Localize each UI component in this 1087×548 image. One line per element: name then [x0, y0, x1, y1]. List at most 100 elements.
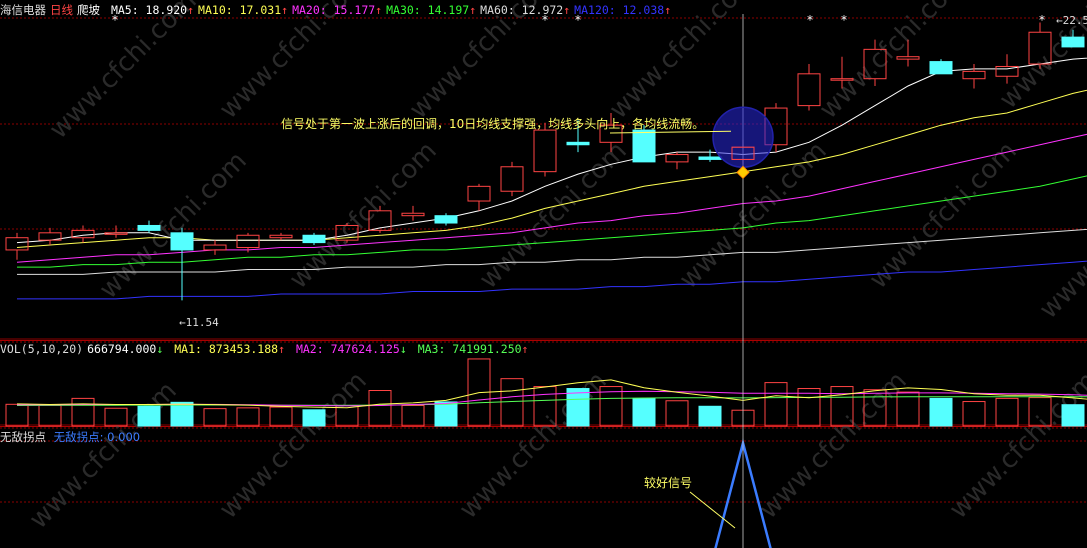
volume-ma1-arrow: ↑ — [278, 342, 286, 356]
candle — [434, 213, 458, 226]
candle-body — [401, 212, 425, 217]
ma-legend-arrow-6: ↑ — [664, 3, 672, 17]
candle-body — [632, 129, 656, 163]
volume-bar — [71, 397, 95, 427]
watermark: www.cfchi.com — [474, 136, 633, 295]
watermark: www.cfchi.com — [214, 0, 373, 125]
candle-body — [203, 244, 227, 251]
watermark: www.cfchi.com — [94, 146, 253, 305]
candle-body — [1061, 36, 1085, 48]
ma-legend-arrow-5: ↑ — [563, 3, 571, 17]
pattern-label: 爬坡 — [77, 3, 100, 17]
volume-ma1: MA1: 873453.188 — [174, 342, 279, 356]
main-annotation: 信号处于第一波上涨后的回调，10日均线支撑强，均线多头向上，各均线流畅。 — [281, 117, 705, 131]
candle — [467, 183, 491, 211]
volume-bar — [632, 397, 656, 427]
volume-bar — [38, 404, 62, 427]
watermark: www.cfchi.com — [864, 136, 1023, 295]
watermark: www.cfchi.com — [944, 366, 1087, 525]
candle-body — [467, 185, 491, 202]
candle-body — [698, 156, 722, 160]
candle-body — [170, 232, 194, 251]
main-header: 海信电器 日线 爬坡 MA5: 18.920↑ MA10: 17.031↑ MA20: … — [0, 2, 679, 18]
candle — [401, 205, 425, 221]
candle-body — [962, 70, 986, 80]
candle — [269, 232, 293, 241]
volume-bar — [203, 408, 227, 427]
volume-bar — [1061, 404, 1085, 427]
volume-bar — [434, 401, 458, 427]
volume-value-arrow: ↓ — [156, 342, 164, 356]
star-marker: * — [841, 13, 847, 27]
volume-ma2-arrow: ↓ — [399, 342, 407, 356]
ma-legend-4: MA30: 14.197 — [386, 3, 470, 17]
high-price-label: ←22.57 — [1056, 14, 1087, 27]
candle-body — [500, 166, 524, 192]
candle-body — [137, 224, 161, 231]
indicator-line-label: 无敌拐点: 0.000 — [53, 430, 141, 444]
candle — [929, 59, 953, 75]
watermark: www.cfchi.com — [214, 366, 373, 525]
ma120-line — [17, 260, 1087, 300]
volume-bar — [401, 404, 425, 427]
watermarks: www.cfchi.com www.cfchi.com www.cfchi.com w… — [24, 0, 1087, 535]
star-marker: * — [1039, 13, 1045, 27]
ma-legend-1: MA5: 18.920 — [110, 3, 188, 17]
volume-bar — [797, 388, 821, 427]
ma-legend-2: MA10: 17.031 — [198, 3, 282, 17]
volume-bar — [269, 406, 293, 427]
candle — [38, 227, 62, 246]
ma-legend-arrow-1: ↑ — [187, 3, 195, 17]
watermark: www.cfchi.com — [24, 376, 183, 535]
volume-bar — [5, 403, 29, 427]
signal-diamond — [736, 165, 750, 180]
candle-body — [929, 61, 953, 75]
candle — [104, 225, 128, 238]
ma-legend-arrow-2: ↑ — [281, 3, 289, 17]
volume-bar — [995, 397, 1019, 427]
volume-ma3: MA3: 741991.250 — [417, 342, 522, 356]
candle — [500, 161, 524, 197]
candle-body — [236, 234, 260, 248]
watermark: www.cfchi.com — [44, 0, 203, 145]
candle — [665, 152, 689, 170]
volume-ma3-arrow: ↑ — [521, 342, 529, 356]
watermark: www.cfchi.com — [604, 0, 763, 125]
candle-body — [269, 234, 293, 239]
stock-chart[interactable]: www.cfchi.com www.cfchi.com www.cfchi.com w… — [0, 0, 1087, 548]
candle — [170, 227, 194, 301]
volume-bar — [566, 388, 590, 427]
stock-name: 海信电器 — [0, 3, 46, 17]
ma-legend: MA5: 18.920↑ MA10: 17.031↑ MA20: 15.177↑ MA… — [111, 3, 675, 17]
candle — [5, 232, 29, 260]
volume-indicator-name: VOL(5,10,20) — [0, 342, 84, 356]
period-label: 日线 — [50, 3, 73, 17]
candle — [203, 240, 227, 255]
star-marker: * — [807, 13, 813, 27]
ma-lines — [16, 57, 1087, 300]
candle — [962, 64, 986, 89]
watermark: www.cfchi.com — [1034, 166, 1087, 325]
volume-bar — [170, 401, 194, 427]
ma-legend-6: MA120: 12.038 — [574, 3, 665, 17]
ma-legend-arrow-3: ↑ — [375, 3, 383, 17]
ma-legend-arrow-4: ↑ — [469, 3, 477, 17]
volume-ma2: MA2: 747624.125 — [295, 342, 400, 356]
candle-body — [665, 154, 689, 163]
volume-bar — [929, 397, 953, 427]
ma-legend-3: MA20: 15.177 — [292, 3, 376, 17]
candle — [71, 225, 95, 243]
watermark: www.cfchi.com — [404, 0, 563, 125]
volume-bar — [368, 390, 392, 427]
volume-bar — [665, 400, 689, 427]
candle-body — [566, 141, 590, 146]
signal-circle — [712, 106, 774, 168]
volume-header: VOL(5,10,20) 666794.000↓ MA1: 873453.188↑… — [0, 341, 532, 357]
volume-bar — [698, 405, 722, 427]
candle-body — [5, 237, 29, 251]
volume-bar — [302, 409, 326, 427]
volume-bar — [764, 382, 788, 427]
candle-body — [302, 234, 326, 244]
candles — [5, 22, 1085, 301]
indicator-name: 无敌拐点 — [0, 430, 46, 444]
